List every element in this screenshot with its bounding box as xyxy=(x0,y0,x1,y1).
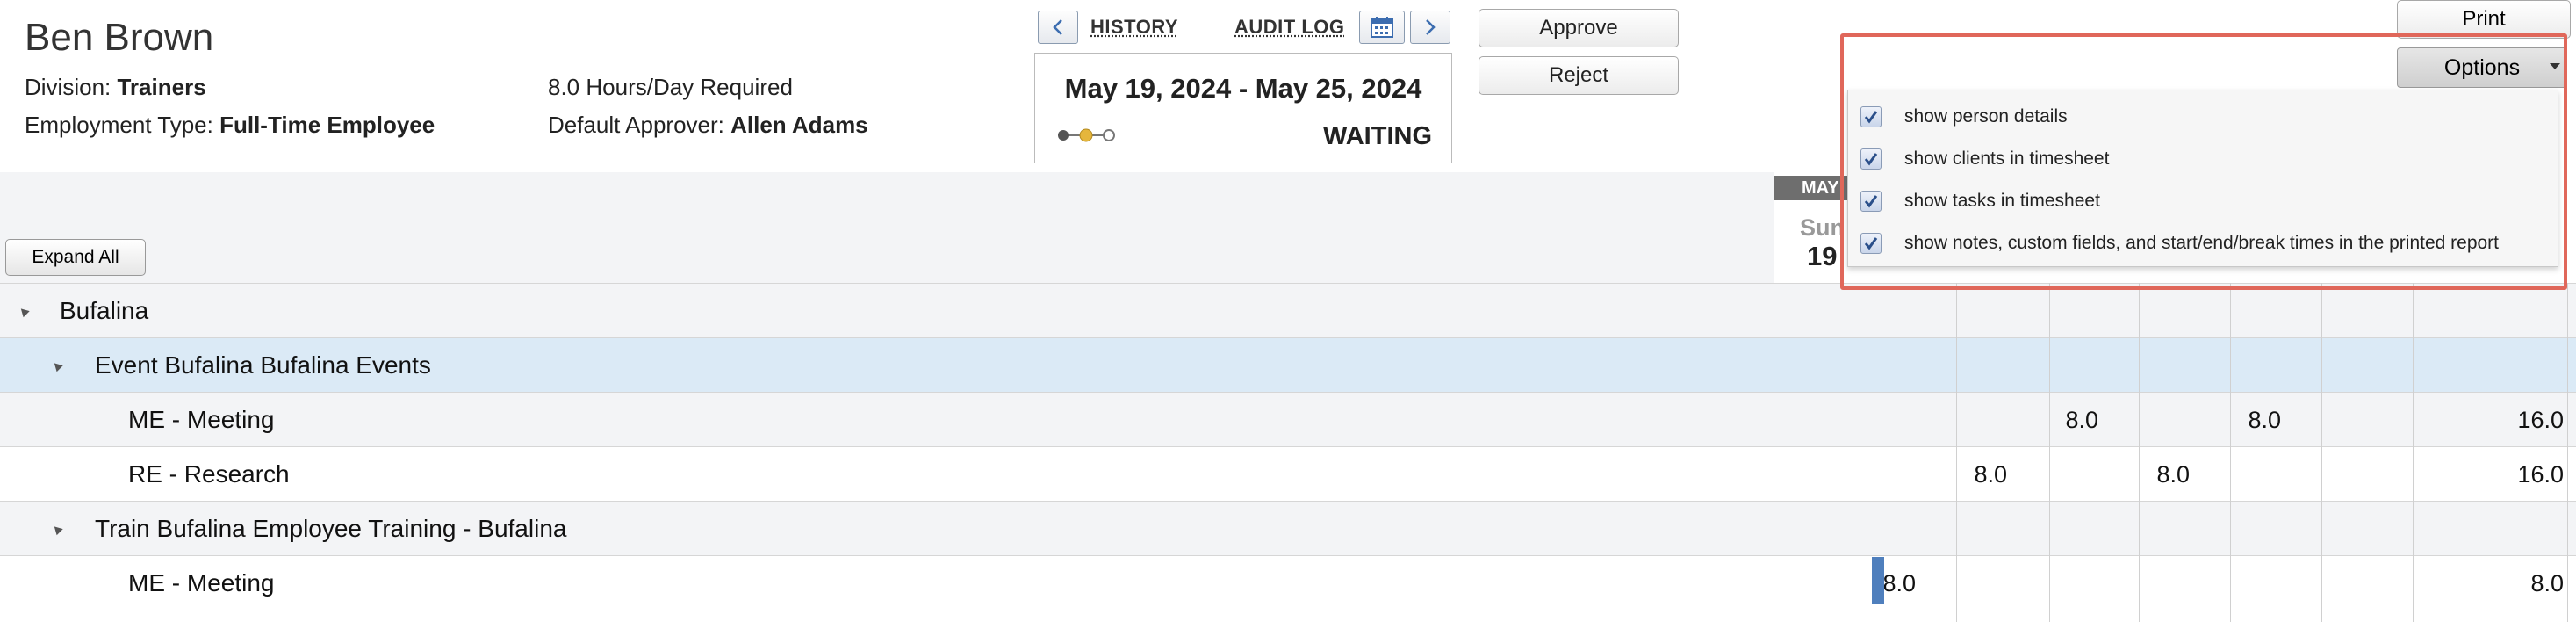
grid-column-line xyxy=(2413,283,2414,622)
employment-label: Employment Type: xyxy=(25,112,220,138)
period-summary: May 19, 2024 - May 25, 2024 WAITING xyxy=(1034,53,1452,163)
employment-value: Full-Time Employee xyxy=(219,112,435,138)
option-show-notes[interactable]: show notes, custom fields, and start/end… xyxy=(1848,222,2558,264)
table-row[interactable]: Event Bufalina Bufalina Events xyxy=(0,337,2576,392)
checkmark-icon xyxy=(1864,153,1878,166)
row-label: ME - Meeting xyxy=(128,406,275,433)
approver-label: Default Approver: xyxy=(548,112,731,138)
hours-cell[interactable]: 8.0 xyxy=(2119,447,2190,502)
print-button[interactable]: Print xyxy=(2397,0,2571,39)
person-name: Ben Brown xyxy=(25,16,214,59)
row-total[interactable]: 16.0 xyxy=(2493,447,2564,502)
table-row[interactable]: ME - Meeting 8.0 8.0 xyxy=(0,555,2576,610)
option-label: show tasks in timesheet xyxy=(1904,191,2100,211)
hours-required: 8.0 Hours/Day Required xyxy=(548,74,793,100)
hours-cell[interactable]: 8.0 xyxy=(2028,393,2098,447)
row-total[interactable]: 16.0 xyxy=(2493,393,2564,447)
calendar-icon xyxy=(1371,17,1393,38)
table-row[interactable]: ME - Meeting 8.0 8.0 16.0 xyxy=(0,392,2576,446)
expand-all-button[interactable]: Expand All xyxy=(5,239,146,276)
row-label: ME - Meeting xyxy=(128,569,275,597)
reject-button[interactable]: Reject xyxy=(1479,56,1679,95)
history-link[interactable]: HISTORY xyxy=(1090,16,1178,39)
options-button[interactable]: Options xyxy=(2397,47,2567,88)
next-period-button[interactable] xyxy=(1410,11,1450,44)
row-label: RE - Research xyxy=(128,460,290,488)
row-label: Event Bufalina Bufalina Events xyxy=(95,351,431,379)
row-label: Bufalina xyxy=(60,297,149,324)
collapse-triangle-icon[interactable] xyxy=(51,359,63,372)
grid-column-line xyxy=(2049,283,2050,622)
collapse-triangle-icon[interactable] xyxy=(18,305,30,318)
checkmark-icon xyxy=(1864,111,1878,124)
table-row[interactable]: Train Bufalina Employee Training - Bufal… xyxy=(0,501,2576,555)
option-show-clients[interactable]: show clients in timesheet xyxy=(1848,138,2558,180)
hours-cell[interactable]: 8.0 xyxy=(2211,393,2281,447)
option-show-person-details[interactable]: show person details xyxy=(1848,96,2558,138)
grid-column-line xyxy=(1956,283,1957,622)
prev-period-button[interactable] xyxy=(1038,11,1078,44)
audit-log-link[interactable]: AUDIT LOG xyxy=(1234,16,1345,39)
chevron-left-icon xyxy=(1053,19,1062,35)
table-row[interactable]: RE - Research 8.0 8.0 16.0 xyxy=(0,446,2576,501)
option-show-tasks[interactable]: show tasks in timesheet xyxy=(1848,180,2558,222)
grid-column-line xyxy=(2230,283,2231,622)
option-label: show person details xyxy=(1904,106,2068,127)
caret-down-icon xyxy=(2550,63,2560,69)
collapse-triangle-icon[interactable] xyxy=(51,523,63,536)
period-status: WAITING xyxy=(1322,122,1432,150)
approver-info: Default Approver: Allen Adams xyxy=(548,112,868,139)
division-value: Trainers xyxy=(117,74,206,100)
checkmark-icon xyxy=(1864,237,1878,250)
checkbox[interactable] xyxy=(1860,106,1882,127)
checkbox[interactable] xyxy=(1860,233,1882,254)
period-range: May 19, 2024 - May 25, 2024 xyxy=(1064,73,1422,104)
employment-info: Employment Type: Full-Time Employee xyxy=(25,112,435,139)
day-number: 19 xyxy=(1807,241,1838,271)
checkbox[interactable] xyxy=(1860,191,1882,212)
approver-value: Allen Adams xyxy=(730,112,868,138)
option-label: show notes, custom fields, and start/end… xyxy=(1904,233,2500,253)
hours-cell[interactable]: 8.0 xyxy=(1937,447,2007,502)
grid-header-band xyxy=(0,172,1774,283)
row-label: Train Bufalina Employee Training - Bufal… xyxy=(95,515,567,542)
calendar-button[interactable] xyxy=(1359,11,1405,44)
table-row[interactable]: Bufalina xyxy=(0,283,2576,337)
row-total[interactable]: 8.0 xyxy=(2493,556,2564,611)
approve-button[interactable]: Approve xyxy=(1479,9,1679,47)
grid-column-line xyxy=(2139,283,2140,622)
option-label: show clients in timesheet xyxy=(1904,148,2110,169)
chevron-right-icon xyxy=(1426,19,1436,35)
division-info: Division: Trainers xyxy=(25,74,206,101)
approval-progress-icon xyxy=(1058,128,1115,142)
entry-marker xyxy=(1872,557,1884,604)
options-menu: show person details show clients in time… xyxy=(1847,90,2558,267)
grid-column-line xyxy=(2567,283,2568,622)
checkbox[interactable] xyxy=(1860,148,1882,170)
division-label: Division: xyxy=(25,74,118,100)
day-name: Sun xyxy=(1800,214,1845,241)
grid-column-line xyxy=(2321,283,2322,622)
checkmark-icon xyxy=(1864,195,1878,208)
